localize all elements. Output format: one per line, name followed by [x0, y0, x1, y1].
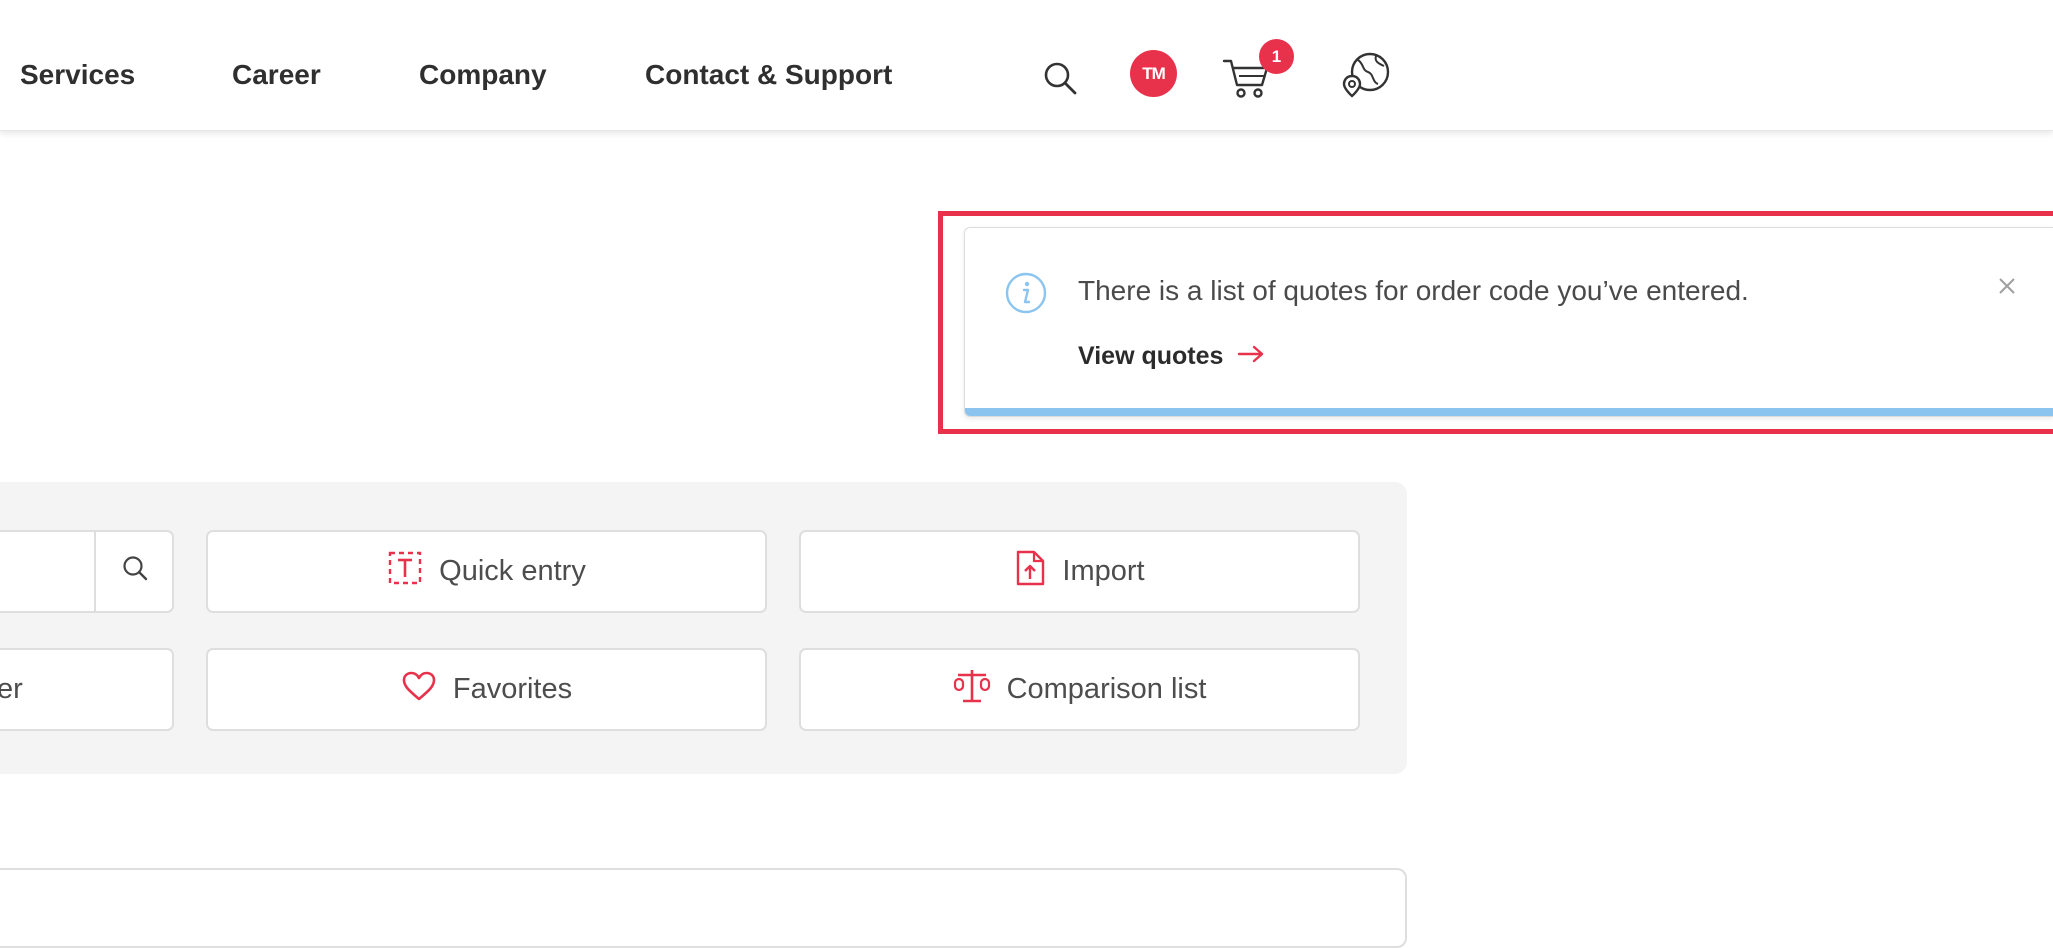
- quotes-notification: There is a list of quotes for order code…: [964, 227, 2053, 417]
- location-globe-icon[interactable]: [1340, 50, 1394, 105]
- notification-message: There is a list of quotes for order code…: [1078, 275, 1749, 306]
- search-icon[interactable]: [1042, 60, 1078, 101]
- notification-accent-bar: [965, 408, 2053, 416]
- text-entry-icon: [387, 550, 423, 594]
- search-icon: [121, 554, 149, 590]
- search-submit-button[interactable]: [94, 532, 172, 611]
- view-quotes-link[interactable]: View quotes: [1078, 342, 1265, 371]
- quick-entry-button[interactable]: Quick entry: [206, 530, 767, 613]
- user-avatar[interactable]: TM: [1130, 50, 1177, 97]
- nav-services[interactable]: Services: [20, 59, 135, 91]
- file-upload-icon: [1014, 549, 1046, 595]
- info-icon: [1004, 271, 1048, 320]
- quick-entry-label: Quick entry: [439, 555, 586, 587]
- comparison-list-label: Comparison list: [1006, 673, 1207, 705]
- view-quotes-label: View quotes: [1078, 342, 1224, 370]
- import-button[interactable]: Import: [799, 530, 1360, 613]
- heart-icon: [401, 670, 437, 710]
- top-navigation-bar: Services Career Company Contact & Suppor…: [0, 0, 2053, 131]
- order-code-search-field[interactable]: [0, 530, 174, 613]
- order-actions-panel: Quick entry Import er Favorites: [0, 482, 1407, 774]
- cart-count-badge: 1: [1259, 39, 1294, 74]
- partial-action-label: er: [0, 673, 23, 705]
- scale-icon: [953, 667, 991, 713]
- nav-career[interactable]: Career: [232, 59, 321, 91]
- comparison-list-button[interactable]: Comparison list: [799, 648, 1360, 731]
- import-label: Import: [1062, 555, 1145, 587]
- close-icon[interactable]: [1996, 275, 2018, 302]
- partial-action-button[interactable]: er: [0, 648, 174, 731]
- favorites-button[interactable]: Favorites: [206, 648, 767, 731]
- arrow-right-icon: [1237, 342, 1265, 371]
- favorites-label: Favorites: [452, 673, 573, 705]
- nav-company[interactable]: Company: [419, 59, 547, 91]
- results-container: [0, 868, 1407, 948]
- nav-contact-support[interactable]: Contact & Support: [645, 59, 892, 91]
